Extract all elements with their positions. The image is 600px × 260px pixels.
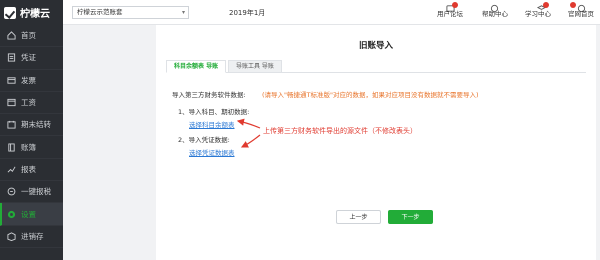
company-select[interactable]: 柠檬云示范账套 ▾	[72, 6, 189, 19]
step1-label: 1、导入科目、期初数据:	[178, 108, 250, 116]
app-logo[interactable]: 柠檬云	[0, 0, 63, 25]
logo-icon	[4, 6, 16, 19]
website-link[interactable]: 官网首页	[568, 8, 594, 18]
forum-link[interactable]: 用户论坛	[437, 8, 463, 18]
report-icon	[7, 165, 16, 174]
sidebar-item-label: 期末结转	[21, 120, 51, 130]
sidebar-item-label: 凭证	[21, 53, 36, 63]
sidebar-item-invoice[interactable]: 发票	[0, 70, 63, 92]
home-icon	[7, 31, 16, 40]
sidebar-item-label: 一键报税	[21, 187, 51, 197]
sidebar-item-tax[interactable]: 一键报税	[0, 181, 63, 204]
sidebar-item-label: 进销存	[21, 231, 44, 241]
topbar: 柠檬云示范账套 ▾ 2019年1月 用户论坛 帮助中心 学习中心 官网首页	[63, 0, 600, 25]
sidebar-item-label: 发票	[21, 75, 36, 85]
app-name: 柠檬云	[20, 9, 50, 20]
import-tabs: 科目余额表 导账 导账工具 导账	[166, 60, 586, 73]
warning-text: (请导入"畅捷通T标准版"对应的数据，如果对应项目没有数据就不需要导入)	[262, 91, 479, 99]
tax-icon	[7, 187, 16, 196]
annotation-text: 上传第三方财务软件导出的源文件（不修改表头）	[263, 127, 417, 135]
salary-icon	[7, 98, 16, 107]
arrow-to-step1	[236, 118, 261, 129]
inventory-icon	[7, 232, 16, 241]
sidebar-item-settings[interactable]: 设置	[0, 203, 63, 226]
next-button[interactable]: 下一步	[388, 210, 433, 224]
invoice-icon	[7, 76, 16, 85]
sidebar-item-label: 首页	[21, 31, 36, 41]
sidebar-item-report[interactable]: 报表	[0, 159, 63, 182]
help-link[interactable]: 帮助中心	[482, 8, 508, 18]
tab-balance-import[interactable]: 科目余额表 导账	[166, 60, 227, 73]
accounting-period[interactable]: 2019年1月	[229, 8, 265, 18]
voucher-icon	[7, 53, 16, 62]
gear-icon	[7, 210, 16, 219]
select-balance-sheet-link[interactable]: 选择科目余额表	[189, 119, 235, 129]
arrow-to-step2	[240, 134, 261, 148]
period-close-icon	[7, 120, 16, 129]
sidebar-item-label: 设置	[21, 209, 36, 219]
import-card: 旧账导入 科目余额表 导账 导账工具 导账 导入第三方财务软件数据: (请导入"…	[156, 25, 596, 260]
sidebar-item-label: 工资	[21, 98, 36, 108]
sidebar-item-inventory[interactable]: 进销存	[0, 226, 63, 248]
sidebar-item-voucher[interactable]: 凭证	[0, 47, 63, 70]
prev-button[interactable]: 上一步	[336, 210, 381, 224]
sidebar-item-home[interactable]: 首页	[0, 25, 63, 48]
chevron-down-icon: ▾	[181, 9, 185, 16]
intro-text: 导入第三方财务软件数据:	[172, 91, 246, 99]
sidebar-item-period-close[interactable]: 期末结转	[0, 114, 63, 137]
company-name: 柠檬云示范账套	[77, 8, 123, 16]
sidebar-item-salary[interactable]: 工资	[0, 92, 63, 115]
sidebar: 柠檬云 首页 凭证 发票 工资 期末结转 账簿 报表 一键报税 设置 进销存	[0, 0, 63, 260]
sidebar-item-label: 报表	[21, 164, 36, 174]
step2-label: 2、导入凭证数据:	[178, 136, 230, 144]
sidebar-item-label: 账簿	[21, 142, 36, 152]
tab-tool-import[interactable]: 导账工具 导账	[228, 60, 282, 73]
page-title: 旧账导入	[358, 41, 393, 51]
sidebar-item-ledger[interactable]: 账簿	[0, 136, 63, 159]
select-voucher-sheet-link[interactable]: 选择凭证数据表	[189, 147, 235, 157]
learning-link[interactable]: 学习中心	[525, 8, 551, 18]
ledger-icon	[7, 143, 16, 152]
